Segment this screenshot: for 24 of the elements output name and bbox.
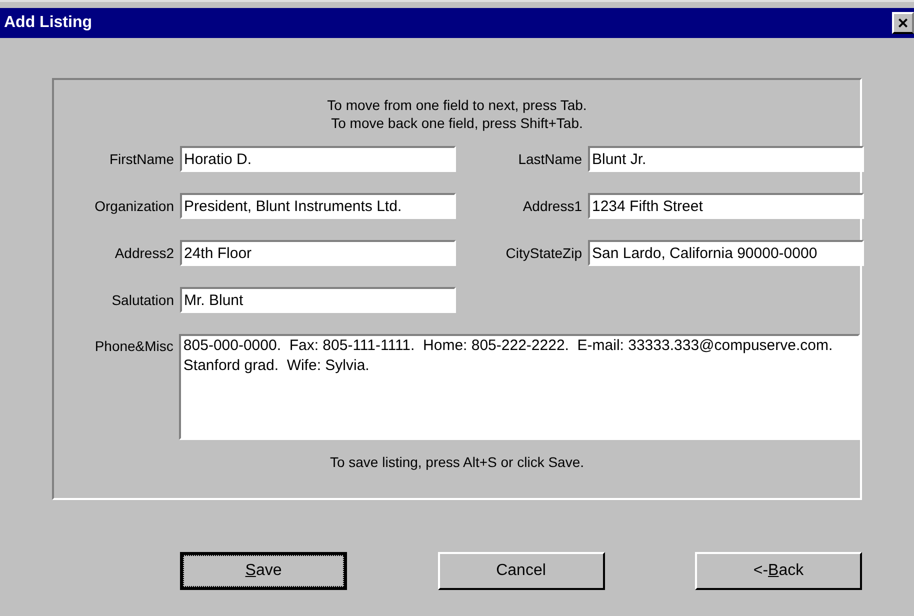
input-field[interactable]: Mr. Blunt [180,287,456,313]
dialog-button[interactable]: Save [180,552,347,590]
save-hint-text: To save listing, press Alt+S or click Save. [330,453,584,472]
instruction-text: To move from one field to next, press Tab. [327,96,587,114]
input-field[interactable]: Horatio D. [180,146,456,172]
input-field[interactable]: San Lardo, California 90000-0000 [588,240,864,266]
dialog-button[interactable]: Cancel [438,552,604,590]
field-label: Organization [94,196,175,216]
field-label: LastName [517,150,583,168]
dialog-button[interactable]: <-Back [695,552,862,590]
window-title: Add Listing [4,13,92,33]
field-label: FirstName [108,150,175,168]
input-field[interactable]: President, Blunt Instruments Ltd. [180,193,456,219]
close-button[interactable]: × [892,12,914,34]
field-label: Salutation [110,290,175,310]
field-label: Address2 [114,244,175,262]
notes-field[interactable]: 805-000-0000. Fax: 805-111-1111. Home: 805-222-2222. E-mail: 33333.333@compuserve.com. Stanford grad. Wife: Sylvia. [179,334,860,440]
input-field[interactable]: 1234 Fifth Street [588,193,864,219]
field-label: CityStateZip [504,244,583,263]
input-field[interactable]: Blunt Jr. [588,146,864,172]
input-field[interactable]: 24th Floor [180,240,456,266]
field-label: Phone&Misc [94,337,174,356]
instruction-text: To move back one field, press Shift+Tab. [331,114,583,132]
field-label: Address1 [522,196,583,216]
